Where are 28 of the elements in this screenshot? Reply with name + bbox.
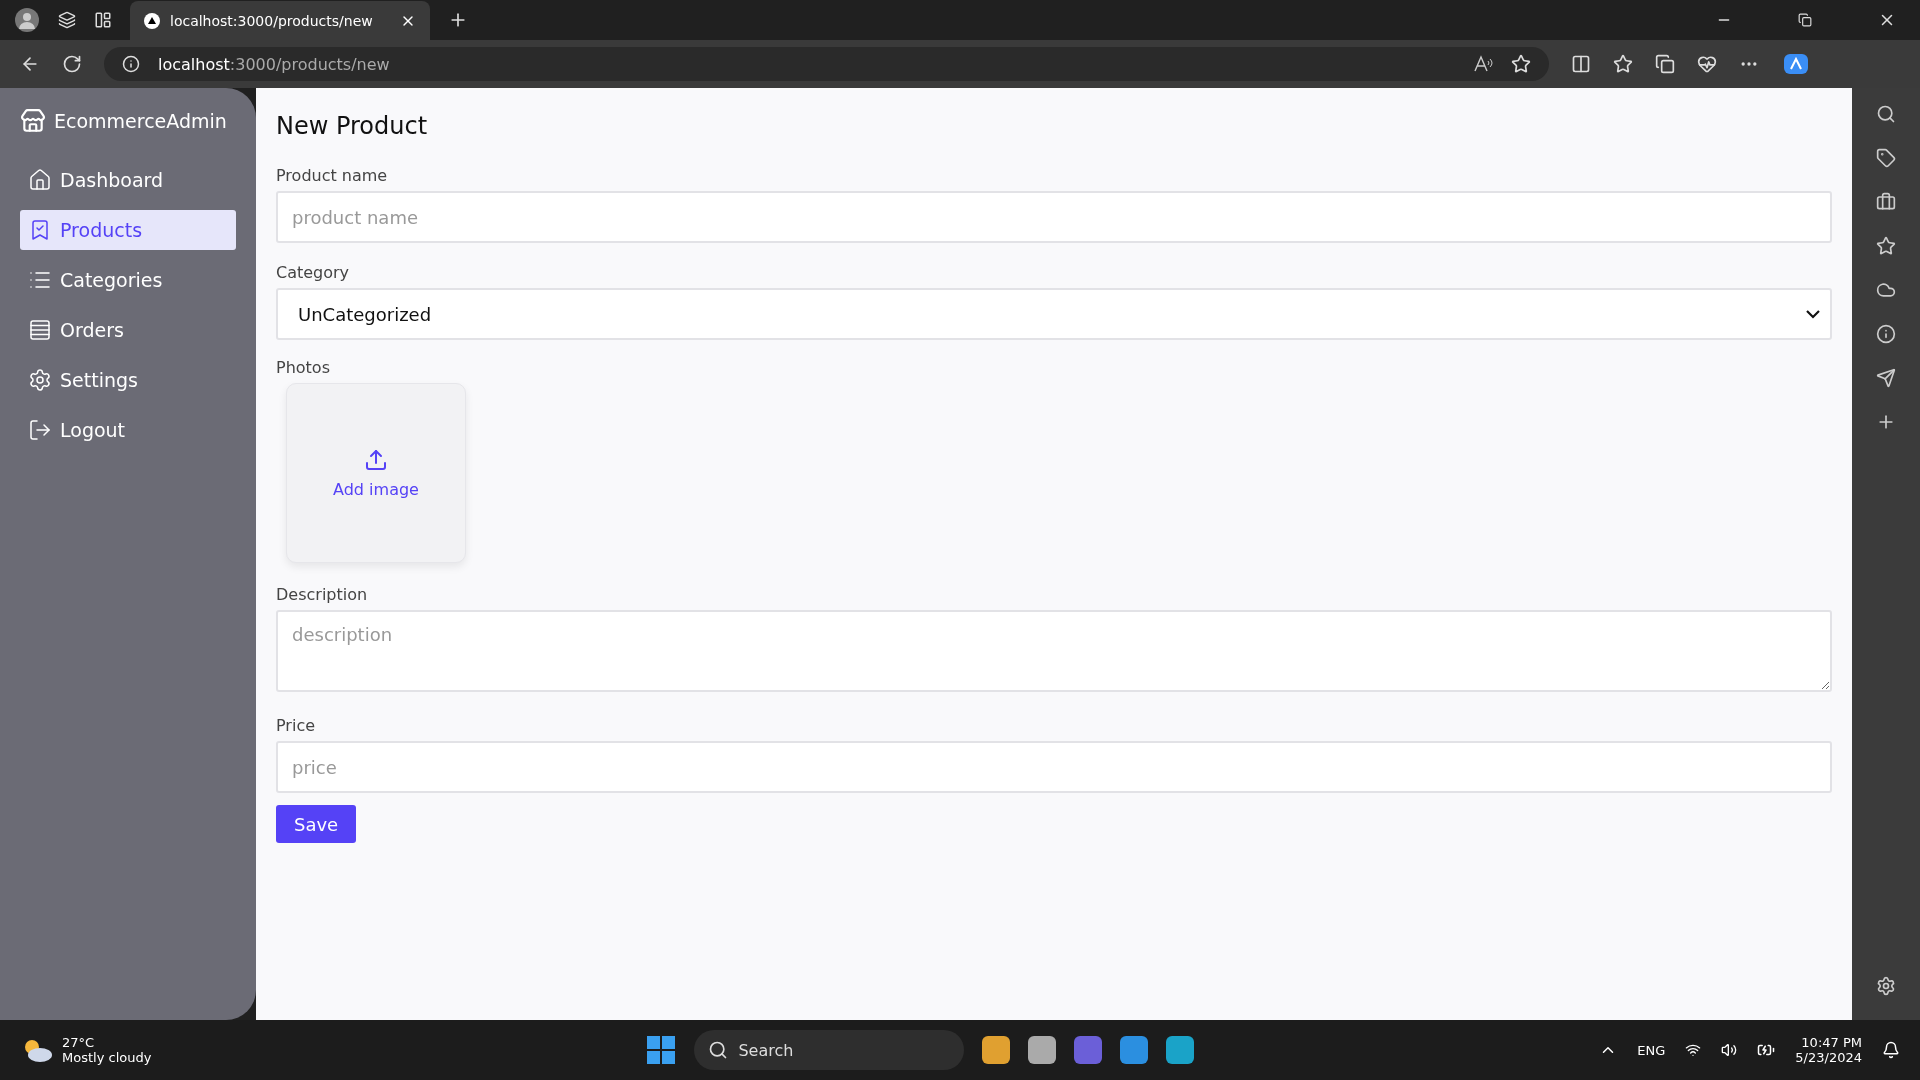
product-name-field[interactable]: product name (276, 191, 1832, 243)
language-indicator[interactable]: ENG (1637, 1042, 1666, 1058)
field-label: Product name (276, 166, 389, 185)
add-image-tile[interactable]: Add image (286, 383, 466, 563)
brand-name: EcommerceAdmin (54, 110, 227, 132)
address-bar[interactable]: localhost:3000/products/new (104, 47, 1549, 81)
temperature: 27°C (62, 1035, 96, 1050)
nav-item[interactable]: Orders (20, 310, 236, 350)
nav-item[interactable]: Logout (20, 410, 236, 450)
price-field[interactable]: price (276, 741, 1832, 793)
category-select[interactable]: UnCategorized (276, 288, 1832, 340)
page-title: New Product (276, 112, 429, 140)
description-field[interactable]: description (276, 610, 1832, 692)
nav-item[interactable]: Settings (20, 360, 236, 400)
nav-item[interactable]: Dashboard (20, 160, 236, 200)
clock-time: 10:47 PM (1801, 1035, 1862, 1050)
browser-tab[interactable]: localhost:3000/products/new (130, 1, 430, 41)
field-label: Category (276, 263, 351, 282)
weather-text: Mostly cloudy (62, 1050, 152, 1065)
field-label: Photos (276, 358, 331, 377)
save-button[interactable]: Save (276, 805, 357, 843)
field-label: Description (276, 585, 369, 604)
field-label: Price (276, 716, 317, 735)
taskbar-search[interactable]: Search (694, 1030, 965, 1070)
tab-title: localhost:3000/products/new (170, 13, 374, 29)
clock-date: 5/23/2024 (1795, 1050, 1862, 1065)
nav-item[interactable]: Products (20, 210, 236, 250)
nav-item[interactable]: Categories (20, 260, 236, 300)
